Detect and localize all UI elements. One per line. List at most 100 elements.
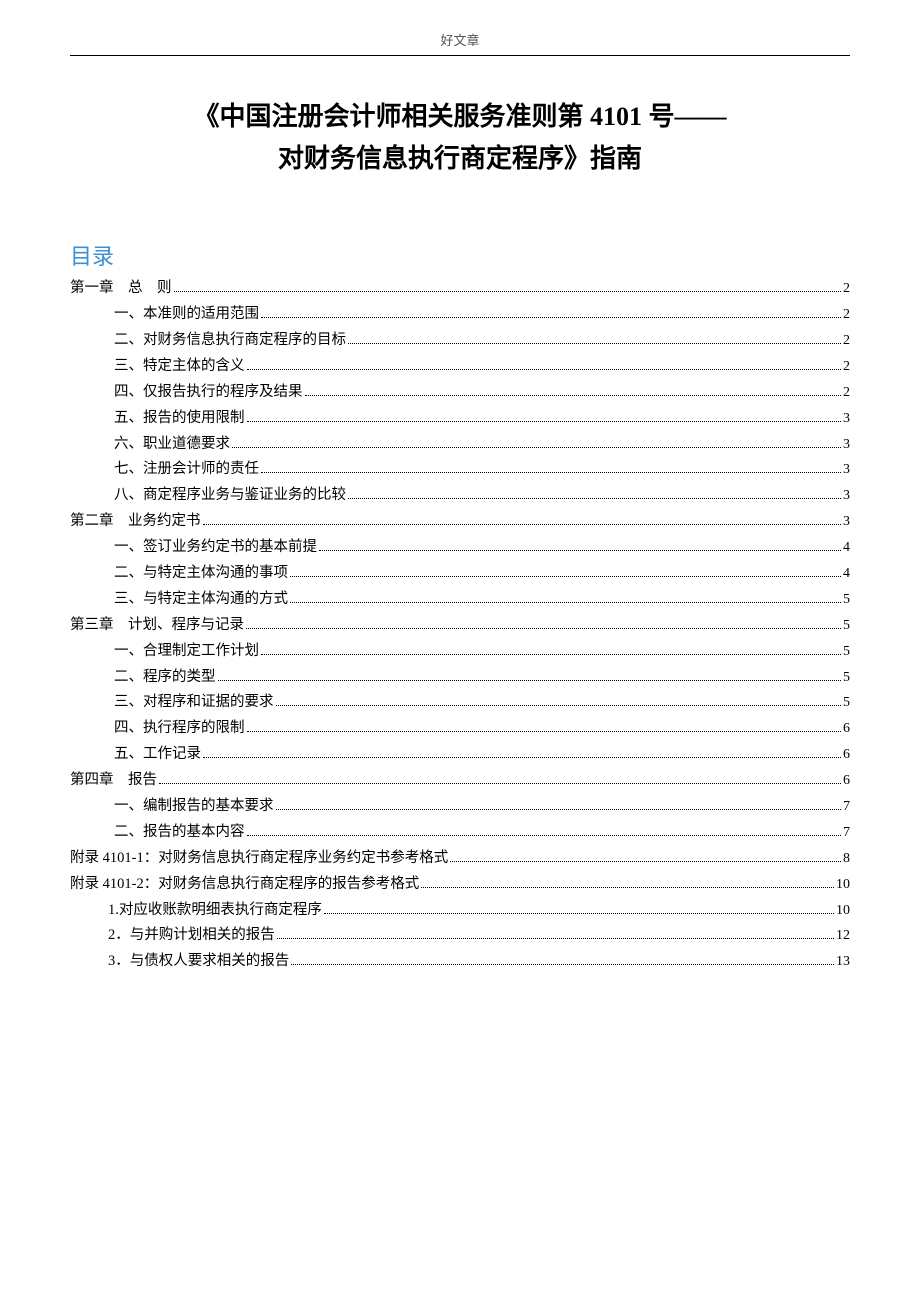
toc-entry[interactable]: 八、商定程序业务与鉴证业务的比较 3	[70, 484, 850, 507]
toc-leader-dots	[277, 938, 834, 939]
toc-entry[interactable]: 第一章 总 则 2	[70, 277, 850, 300]
toc-entry-page: 8	[843, 848, 850, 870]
toc-entry-page: 10	[836, 874, 850, 896]
title-line-1: 《中国注册会计师相关服务准则第 4101 号——	[70, 96, 850, 138]
toc-entry-text: 二、与特定主体沟通的事项	[114, 562, 288, 585]
toc-entry-page: 6	[843, 718, 850, 740]
toc-entry-text: 一、编制报告的基本要求	[114, 795, 274, 818]
toc-entry-text: 二、报告的基本内容	[114, 821, 245, 844]
toc-entry-page: 4	[843, 563, 850, 585]
toc-entry[interactable]: 四、执行程序的限制6	[70, 717, 850, 740]
toc-leader-dots	[348, 498, 841, 499]
toc-entry-page: 2	[843, 356, 850, 378]
toc-entry-text: 第一章 总 则	[70, 277, 172, 300]
toc-entry[interactable]: 四、仅报告执行的程序及结果2	[70, 381, 850, 404]
toc-entry[interactable]: 五、报告的使用限制 3	[70, 407, 850, 430]
toc-entry[interactable]: 二、与特定主体沟通的事项 4	[70, 562, 850, 585]
toc-entry-text: 一、合理制定工作计划	[114, 640, 259, 663]
toc-entry[interactable]: 六、职业道德要求 3	[70, 433, 850, 456]
toc-entry[interactable]: 一、签订业务约定书的基本前提4	[70, 536, 850, 559]
toc-entry[interactable]: 1.对应收账款明细表执行商定程序 10	[70, 899, 850, 922]
toc-entry[interactable]: 第四章 报告 6	[70, 769, 850, 792]
toc-entry[interactable]: 五、工作记录 6	[70, 743, 850, 766]
toc-entry[interactable]: 三、对程序和证据的要求5	[70, 691, 850, 714]
toc-entry[interactable]: 一、本准则的适用范围 2	[70, 303, 850, 326]
toc-leader-dots	[174, 291, 842, 292]
title-line-2: 对财务信息执行商定程序》指南	[70, 138, 850, 180]
toc-entry[interactable]: 一、合理制定工作计划 5	[70, 640, 850, 663]
toc-entry[interactable]: 一、编制报告的基本要求 7	[70, 795, 850, 818]
toc-entry-page: 5	[843, 589, 850, 611]
toc-entry-page: 6	[843, 744, 850, 766]
toc-leader-dots	[261, 654, 841, 655]
toc-leader-dots	[159, 783, 841, 784]
toc-entry-text: 三、与特定主体沟通的方式	[114, 588, 288, 611]
toc-entry[interactable]: 三、与特定主体沟通的方式 5	[70, 588, 850, 611]
toc-leader-dots	[261, 472, 841, 473]
toc-entry-text: 第四章 报告	[70, 769, 157, 792]
toc-entry-page: 7	[843, 822, 850, 844]
toc-entry-text: 第三章 计划、程序与记录	[70, 614, 244, 637]
toc-entry-text: 八、商定程序业务与鉴证业务的比较	[114, 484, 346, 507]
toc-entry-page: 3	[843, 408, 850, 430]
toc-entry-text: 六、职业道德要求	[114, 433, 230, 456]
toc-entry-page: 5	[843, 667, 850, 689]
table-of-contents: 第一章 总 则2一、本准则的适用范围2二、对财务信息执行商定程序的目标2三、特定…	[70, 277, 850, 974]
toc-entry-page: 6	[843, 770, 850, 792]
toc-entry-text: 五、工作记录	[114, 743, 201, 766]
toc-leader-dots	[247, 369, 842, 370]
document-title: 《中国注册会计师相关服务准则第 4101 号—— 对财务信息执行商定程序》指南	[70, 96, 850, 179]
toc-entry-text: 1.对应收账款明细表执行商定程序	[108, 899, 322, 922]
toc-entry[interactable]: 附录 4101-1：对财务信息执行商定程序业务约定书参考格式8	[70, 847, 850, 870]
toc-heading: 目录	[70, 239, 850, 271]
toc-entry-page: 3	[843, 485, 850, 507]
toc-entry-page: 12	[836, 925, 850, 947]
toc-entry-text: 五、报告的使用限制	[114, 407, 245, 430]
toc-leader-dots	[247, 421, 842, 422]
toc-entry-page: 5	[843, 641, 850, 663]
toc-entry-text: 三、特定主体的含义	[114, 355, 245, 378]
toc-entry-page: 13	[836, 951, 850, 973]
toc-entry-page: 2	[843, 304, 850, 326]
toc-leader-dots	[276, 809, 842, 810]
toc-entry-page: 2	[843, 278, 850, 300]
toc-entry[interactable]: 二、程序的类型5	[70, 666, 850, 689]
toc-leader-dots	[450, 861, 841, 862]
toc-leader-dots	[324, 913, 834, 914]
toc-leader-dots	[348, 343, 841, 344]
toc-entry[interactable]: 第三章 计划、程序与记录 5	[70, 614, 850, 637]
toc-entry-page: 3	[843, 511, 850, 533]
toc-entry-text: 2．与并购计划相关的报告	[108, 924, 275, 947]
toc-entry[interactable]: 第二章 业务约定书3	[70, 510, 850, 533]
toc-leader-dots	[305, 395, 842, 396]
toc-entry[interactable]: 3．与债权人要求相关的报告13	[70, 950, 850, 973]
toc-leader-dots	[247, 835, 842, 836]
toc-entry-page: 5	[843, 615, 850, 637]
toc-leader-dots	[276, 705, 842, 706]
toc-entry-page: 10	[836, 900, 850, 922]
toc-entry-text: 一、本准则的适用范围	[114, 303, 259, 326]
toc-leader-dots	[261, 317, 841, 318]
toc-leader-dots	[247, 731, 842, 732]
toc-entry[interactable]: 附录 4101-2：对财务信息执行商定程序的报告参考格式 10	[70, 873, 850, 896]
toc-entry-text: 二、对财务信息执行商定程序的目标	[114, 329, 346, 352]
toc-entry[interactable]: 七、注册会计师的责任3	[70, 458, 850, 481]
toc-entry-page: 2	[843, 330, 850, 352]
toc-leader-dots	[203, 524, 842, 525]
toc-leader-dots	[291, 964, 834, 965]
toc-entry[interactable]: 二、对财务信息执行商定程序的目标 2	[70, 329, 850, 352]
toc-entry-text: 附录 4101-2：对财务信息执行商定程序的报告参考格式	[70, 873, 419, 896]
toc-leader-dots	[218, 680, 842, 681]
toc-leader-dots	[290, 576, 841, 577]
toc-entry-text: 四、仅报告执行的程序及结果	[114, 381, 303, 404]
toc-entry-text: 七、注册会计师的责任	[114, 458, 259, 481]
toc-leader-dots	[290, 602, 841, 603]
toc-leader-dots	[203, 757, 841, 758]
toc-entry[interactable]: 二、报告的基本内容 7	[70, 821, 850, 844]
toc-entry[interactable]: 2．与并购计划相关的报告 12	[70, 924, 850, 947]
toc-entry-page: 5	[843, 692, 850, 714]
toc-entry[interactable]: 三、特定主体的含义 2	[70, 355, 850, 378]
toc-leader-dots	[246, 628, 841, 629]
toc-entry-page: 3	[843, 434, 850, 456]
toc-entry-page: 7	[843, 796, 850, 818]
